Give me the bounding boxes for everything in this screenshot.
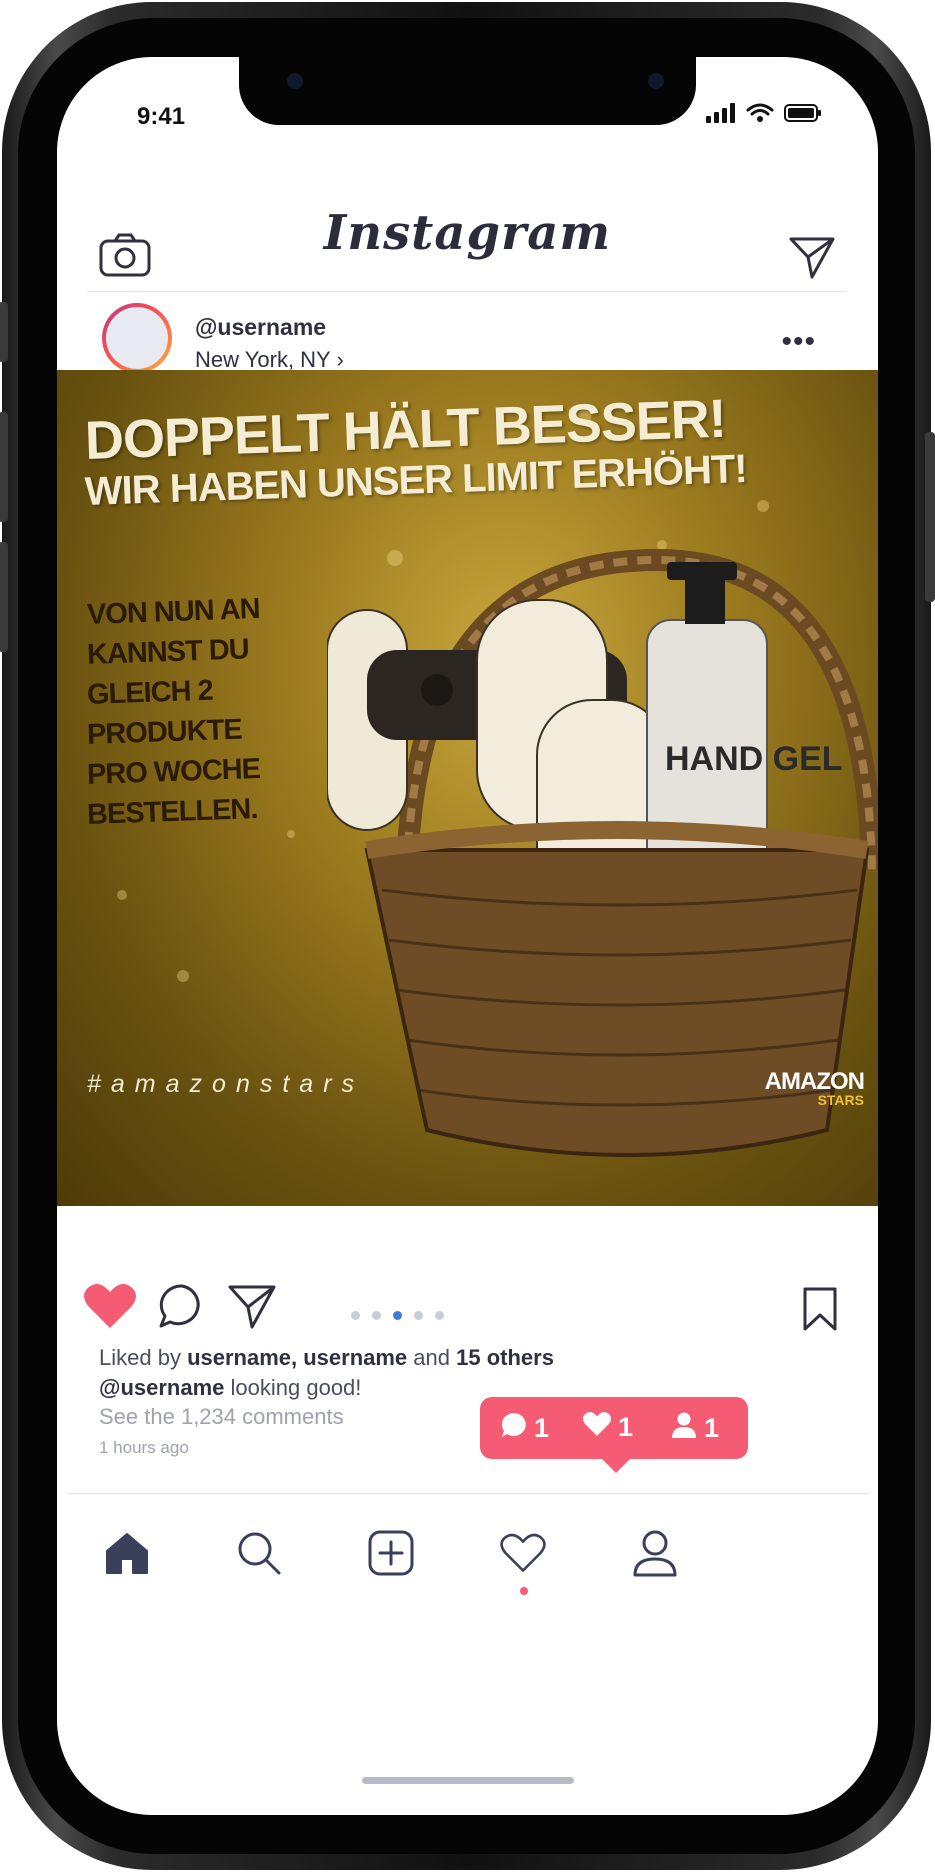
phone-screen: 9:41 Instagram @username New York, NY › …	[57, 57, 878, 1815]
carousel-dot	[372, 1311, 381, 1320]
comment-count: 1	[500, 1411, 549, 1446]
follow-count: 1	[670, 1411, 719, 1446]
tab-home[interactable]	[99, 1527, 155, 1583]
promo-body-line: BESTELLEN.	[86, 793, 258, 831]
bokeh-light	[287, 830, 295, 838]
heart-icon	[499, 1532, 547, 1579]
likes-prefix: Liked by	[99, 1345, 188, 1370]
direct-message-button[interactable]	[788, 235, 836, 284]
tab-profile[interactable]	[627, 1527, 683, 1583]
liked-by-others[interactable]: 15 others	[456, 1345, 554, 1370]
view-comments-link[interactable]: See the 1,234 comments	[99, 1404, 344, 1430]
comment-count-value: 1	[534, 1413, 550, 1443]
tab-new-post[interactable]	[363, 1527, 419, 1583]
send-icon	[788, 237, 836, 283]
post-username[interactable]: @username	[195, 314, 326, 341]
tab-activity[interactable]	[495, 1527, 551, 1583]
bokeh-light	[117, 890, 127, 900]
like-count: 1	[582, 1411, 633, 1444]
bookmark-icon	[800, 1287, 840, 1336]
send-icon	[227, 1285, 277, 1335]
notch	[239, 57, 696, 125]
front-camera	[648, 73, 664, 89]
like-count-value: 1	[618, 1412, 634, 1442]
post-image[interactable]: DOPPELT HÄLT BESSER! WIR HABEN UNSER LIM…	[57, 370, 878, 1206]
gift-basket-illustration: HAND GEL	[327, 548, 878, 1157]
post-caption: @username looking good!	[99, 1375, 361, 1401]
home-icon	[103, 1531, 151, 1580]
activity-indicator-dot	[520, 1587, 528, 1595]
carousel-dot	[435, 1311, 444, 1320]
liked-by-users[interactable]: username, username	[187, 1345, 407, 1370]
camera-dot	[287, 73, 303, 89]
volume-up-button	[0, 412, 8, 522]
comment-button[interactable]	[157, 1282, 207, 1337]
hashtag-text: #amazonstars	[87, 1070, 365, 1098]
power-button	[925, 432, 935, 602]
bokeh-light	[177, 970, 189, 982]
more-options-icon[interactable]: •••	[781, 325, 816, 359]
tab-search[interactable]	[231, 1527, 287, 1583]
carousel-indicator	[351, 1311, 444, 1320]
header-divider	[87, 291, 847, 292]
comment-bubble-icon	[500, 1411, 528, 1446]
save-button[interactable]	[800, 1286, 840, 1337]
volume-down-button	[0, 542, 8, 652]
status-icons	[706, 103, 822, 128]
mute-switch	[0, 302, 8, 362]
caption-text: looking good!	[224, 1375, 362, 1400]
tab-bar-divider	[67, 1493, 868, 1494]
add-icon	[367, 1529, 415, 1582]
search-icon	[236, 1530, 282, 1581]
home-indicator[interactable]	[362, 1777, 574, 1784]
caption-username[interactable]: @username	[99, 1375, 224, 1400]
post-timestamp: 1 hours ago	[99, 1438, 189, 1457]
bokeh-light	[757, 500, 769, 512]
follow-count-value: 1	[704, 1413, 720, 1443]
share-button[interactable]	[227, 1283, 277, 1336]
heart-filled-icon	[83, 1283, 137, 1334]
app-title: Instagram	[323, 205, 612, 261]
carousel-dot-active	[393, 1311, 402, 1320]
battery-icon	[784, 103, 822, 128]
heart-icon	[582, 1411, 612, 1444]
brand-logo: AMAZON STARS	[765, 1068, 865, 1108]
carousel-dot	[351, 1311, 360, 1320]
profile-icon	[632, 1529, 678, 1582]
avatar[interactable]	[102, 303, 172, 373]
carousel-dot	[414, 1311, 423, 1320]
activity-notification-badge[interactable]: 1 1 1	[480, 1397, 748, 1473]
camera-icon	[99, 233, 151, 281]
comment-icon	[157, 1284, 207, 1336]
like-button[interactable]	[83, 1282, 137, 1335]
user-icon	[670, 1411, 698, 1446]
likes-connector: and	[407, 1345, 457, 1370]
svg-text:HAND GEL: HAND GEL	[665, 740, 843, 778]
wifi-icon	[746, 103, 774, 128]
likes-summary: Liked by username, username and 15 other…	[99, 1345, 554, 1371]
status-time: 9:41	[137, 103, 186, 130]
signal-icon	[706, 103, 736, 128]
